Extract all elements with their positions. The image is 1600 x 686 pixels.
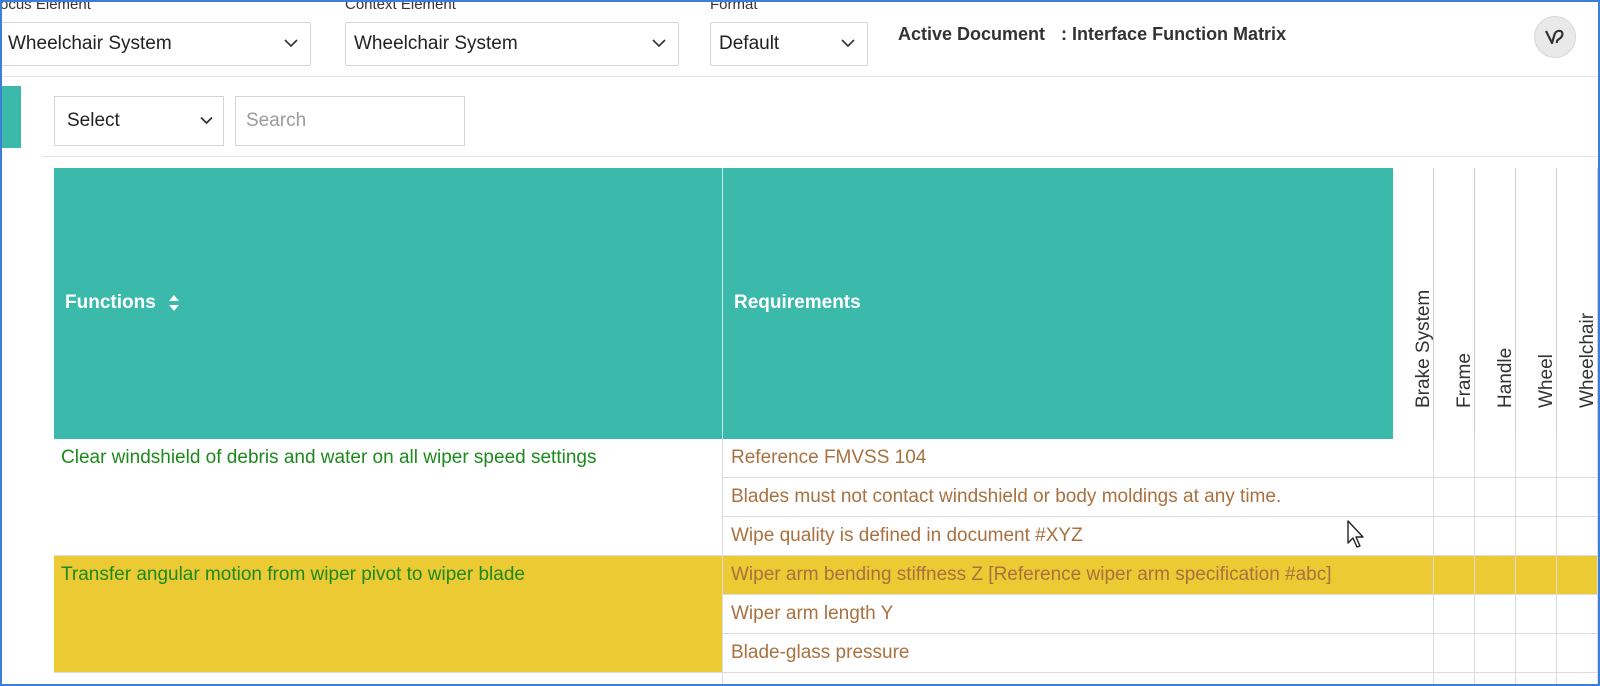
chevron-down-icon — [284, 39, 298, 48]
interface-function-matrix: Functions Requirements Brake System Fram… — [54, 168, 1600, 686]
context-element-select[interactable]: Wheelchair System — [345, 22, 679, 66]
focus-element-value: Wheelchair System — [8, 33, 172, 54]
requirement-row[interactable]: Reference FMVSS 104 — [723, 439, 1393, 478]
matrix-cell[interactable] — [1393, 439, 1434, 478]
sort-icon[interactable] — [168, 294, 180, 312]
matrix-cell-partial — [1393, 673, 1434, 686]
user-avatar[interactable] — [1534, 16, 1576, 58]
column-header-brake-system[interactable]: Brake System — [1393, 168, 1434, 439]
active-document-value: : Interface Function Matrix — [1061, 24, 1287, 44]
search-input[interactable] — [235, 96, 465, 146]
functions-header-label: Functions — [65, 292, 156, 313]
column-header-frame[interactable]: Frame — [1434, 168, 1475, 439]
matrix-cell[interactable] — [1393, 478, 1434, 517]
function-row-partial — [54, 673, 723, 686]
matrix-cell[interactable] — [1516, 478, 1557, 517]
chevron-down-icon — [652, 39, 666, 48]
matrix-cell[interactable] — [1516, 517, 1557, 556]
functions-header[interactable]: Functions — [54, 168, 723, 439]
matrix-cell-partial — [1434, 673, 1475, 686]
active-document: Active Document : Interface Function Matr… — [898, 24, 1286, 45]
matrix-cell-partial — [1557, 673, 1598, 686]
function-row[interactable]: Clear windshield of debris and water on … — [54, 439, 723, 556]
requirement-row[interactable]: Wipe quality is defined in document #XYZ — [723, 517, 1393, 556]
matrix-cell[interactable] — [1434, 634, 1475, 673]
matrix-cell[interactable] — [1434, 478, 1475, 517]
matrix-cell[interactable] — [1475, 634, 1516, 673]
matrix-cell[interactable] — [1434, 556, 1475, 595]
context-element-value: Wheelchair System — [354, 33, 518, 54]
matrix-cell[interactable] — [1557, 439, 1598, 478]
requirements-header: Requirements — [723, 168, 1393, 439]
matrix-cell[interactable] — [1516, 595, 1557, 634]
requirement-row[interactable]: Wiper arm length Y — [723, 595, 1393, 634]
requirements-header-label: Requirements — [734, 292, 861, 313]
column-label: Wheel — [1536, 354, 1557, 408]
mouse-cursor-icon — [1347, 520, 1364, 548]
column-label: Wheelchair — [1577, 312, 1598, 408]
matrix-cell[interactable] — [1557, 517, 1598, 556]
matrix-cell[interactable] — [1557, 595, 1598, 634]
active-document-label: Active Document — [898, 24, 1046, 44]
format-value: Default — [719, 33, 780, 54]
matrix-cell[interactable] — [1434, 517, 1475, 556]
matrix-cell[interactable] — [1516, 439, 1557, 478]
matrix-cell[interactable] — [1475, 595, 1516, 634]
format-select[interactable]: Default — [710, 22, 868, 66]
matrix-cell[interactable] — [1557, 556, 1598, 595]
matrix-cell[interactable] — [1434, 595, 1475, 634]
column-label: Brake System — [1413, 289, 1434, 408]
matrix-cell[interactable] — [1475, 439, 1516, 478]
column-header-wheelchair[interactable]: Wheelchair — [1557, 168, 1598, 439]
matrix-cell[interactable] — [1557, 478, 1598, 517]
chevron-down-icon — [841, 39, 855, 48]
matrix-cell[interactable] — [1393, 517, 1434, 556]
format-label: Format — [710, 0, 758, 13]
filter-select[interactable]: Select — [54, 96, 224, 146]
matrix-cell[interactable] — [1475, 517, 1516, 556]
section-divider — [42, 156, 1600, 157]
matrix-cell[interactable] — [1516, 556, 1557, 595]
top-toolbar: ocus Element Wheelchair System Context E… — [0, 0, 1600, 77]
column-label: Handle — [1495, 347, 1516, 408]
column-header-handle[interactable]: Handle — [1475, 168, 1516, 439]
column-label: Frame — [1454, 353, 1475, 408]
matrix-cell[interactable] — [1475, 556, 1516, 595]
matrix-cell[interactable] — [1393, 595, 1434, 634]
matrix-cell-partial — [1475, 673, 1516, 686]
requirement-row[interactable]: Blade-glass pressure — [723, 634, 1393, 673]
function-row[interactable]: Transfer angular motion from wiper pivot… — [54, 556, 723, 673]
matrix-cell[interactable] — [1516, 634, 1557, 673]
requirement-row[interactable]: Blades must not contact windshield or bo… — [723, 478, 1393, 517]
matrix-cell[interactable] — [1393, 556, 1434, 595]
chevron-down-icon — [200, 116, 213, 125]
context-element-label: Context Element — [345, 0, 456, 13]
matrix-cell[interactable] — [1557, 634, 1598, 673]
matrix-cell-partial — [1516, 673, 1557, 686]
matrix-cell[interactable] — [1434, 439, 1475, 478]
side-panel-toggle[interactable] — [0, 86, 21, 148]
requirement-row[interactable]: Wiper arm bending stiffness Z [Reference… — [723, 556, 1393, 595]
column-header-wheel[interactable]: Wheel — [1516, 168, 1557, 439]
filter-select-value: Select — [67, 110, 120, 131]
matrix-cell[interactable] — [1393, 634, 1434, 673]
focus-element-label: ocus Element — [0, 0, 91, 13]
matrix-cell[interactable] — [1475, 478, 1516, 517]
focus-element-select[interactable]: Wheelchair System — [0, 22, 311, 66]
user-logo-icon — [1545, 29, 1564, 45]
